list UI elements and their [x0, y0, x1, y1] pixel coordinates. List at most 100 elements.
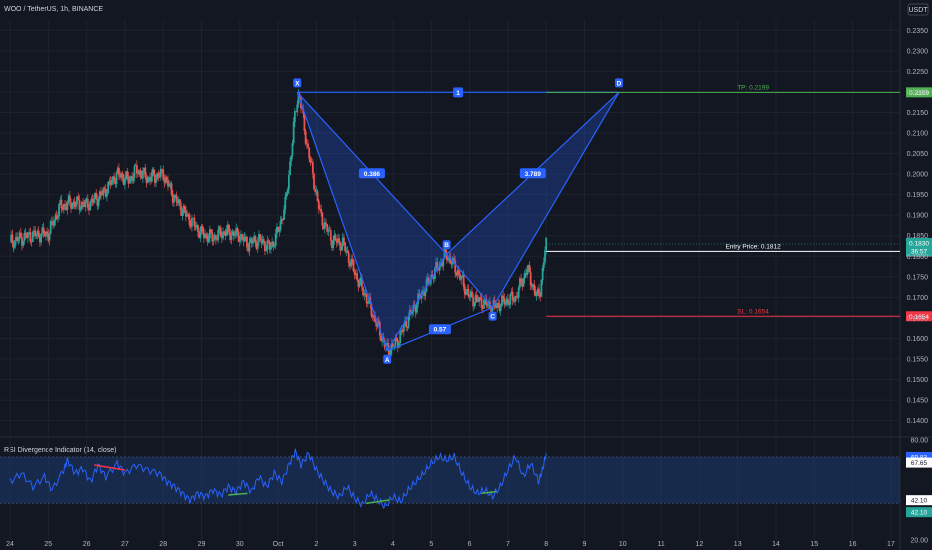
x-tick-label: 17	[887, 541, 895, 548]
candle-body	[49, 221, 52, 234]
candle-body	[183, 206, 186, 211]
candle-body	[86, 198, 89, 208]
rsi-pane: 69.8367.6542.1042.10	[0, 448, 932, 518]
candle-body	[296, 104, 299, 112]
y-tick-label: 0.1850	[907, 233, 929, 240]
candle-body	[462, 275, 465, 287]
candle-body	[144, 167, 147, 178]
candle-body	[502, 295, 505, 298]
y-tick-label: 0.2300	[907, 48, 929, 55]
candle-body	[447, 258, 449, 261]
y-tick-label: 0.1450	[907, 398, 929, 405]
pattern-point-b: B	[444, 242, 449, 249]
candle-body	[535, 292, 538, 297]
candle-body	[457, 270, 460, 274]
candle-body	[252, 241, 254, 244]
candle-body	[97, 198, 100, 206]
candle-body	[128, 178, 131, 184]
candle-body	[236, 228, 239, 232]
candle-body	[48, 233, 51, 241]
currency-badge-label: USDT	[908, 7, 928, 14]
candle-body	[110, 180, 113, 185]
rsi-title: RSI Divergence Indicator (14, close)	[4, 447, 116, 454]
candle-body	[293, 111, 296, 123]
candle-body	[483, 299, 485, 309]
candle-body	[188, 215, 191, 225]
candle-body	[217, 229, 220, 240]
candle-body	[544, 250, 546, 263]
candle-body	[504, 301, 507, 305]
candle-body	[179, 199, 181, 206]
last-price-tag: 0.1830	[909, 240, 929, 247]
candle-body	[27, 232, 29, 238]
y-tick-label: 0.1500	[907, 377, 929, 384]
candle-body	[356, 273, 358, 280]
candle-body	[146, 178, 149, 183]
candle-body	[264, 241, 266, 251]
candle-body	[248, 242, 251, 252]
x-tick-label: 30	[236, 541, 244, 548]
y-tick-label: 0.2200	[907, 89, 929, 96]
x-tick-label: 5	[429, 541, 433, 548]
candle-body	[395, 338, 398, 340]
candle-body	[475, 295, 478, 299]
candle-body	[254, 236, 257, 243]
y-tick-label: 0.1550	[907, 356, 929, 363]
candle-body	[155, 178, 157, 183]
candle-body	[509, 294, 512, 305]
candle-body	[309, 158, 312, 162]
candle-body	[343, 237, 345, 243]
y-tick-label: 0.1650	[907, 315, 929, 322]
y-tick-label: 0.1600	[907, 336, 929, 343]
candle-body	[507, 298, 509, 305]
candle-body	[286, 189, 289, 194]
trading-chart[interactable]: WOO / TetherUS, 1h, BINANCE USDT RSI Div…	[0, 0, 932, 550]
x-tick-label: 29	[198, 541, 206, 548]
x-tick-label: 24	[6, 541, 14, 548]
candle-body	[237, 231, 240, 242]
candle-body	[84, 200, 87, 208]
pattern-point-a: A	[385, 357, 390, 364]
candle-body	[327, 230, 330, 232]
candle-body	[191, 218, 193, 227]
candle-body	[273, 245, 276, 247]
y-tick-label: 0.1400	[907, 418, 929, 425]
x-tick-label: Oct	[273, 541, 284, 548]
candle-body	[115, 172, 118, 184]
candle-body	[272, 241, 275, 246]
x-tick-label: 28	[159, 541, 167, 548]
pattern-ratio-label: 1	[456, 90, 460, 97]
pattern-ratio-label: 3.789	[525, 171, 542, 178]
candle-body	[175, 194, 178, 202]
candle-body	[216, 239, 218, 241]
candle-body	[285, 193, 288, 197]
candle-body	[246, 236, 248, 248]
y-tick-label: 0.2250	[907, 69, 929, 76]
chart-canvas[interactable]: WOO / TetherUS, 1h, BINANCE USDT RSI Div…	[0, 0, 932, 550]
rsi-band	[0, 456, 900, 504]
candle-body	[529, 271, 532, 286]
candle-body	[313, 173, 315, 190]
candle-body	[78, 199, 81, 210]
x-tick-label: 3	[353, 541, 357, 548]
y-tick-label: 0.1750	[907, 274, 929, 281]
x-tick-label: 13	[734, 541, 742, 548]
y-tick-label: 0.2000	[907, 172, 929, 179]
candle-body	[159, 168, 162, 177]
candle-body	[338, 238, 341, 243]
y-tick-label: 0.1700	[907, 295, 929, 302]
candle-body	[219, 227, 222, 237]
candle-body	[74, 204, 77, 207]
candle-body	[265, 249, 268, 251]
candle-body	[181, 213, 184, 216]
candle-body	[139, 170, 142, 176]
candle-body	[214, 235, 217, 240]
candle-body	[259, 234, 262, 240]
candle-body	[222, 231, 224, 239]
candle-body	[320, 208, 323, 214]
candle-body	[187, 213, 190, 216]
symbol-title: WOO / TetherUS, 1h, BINANCE	[4, 6, 103, 13]
candle-body	[314, 189, 317, 192]
candle-body	[304, 131, 307, 144]
currency-badge[interactable]: USDT	[907, 3, 929, 16]
